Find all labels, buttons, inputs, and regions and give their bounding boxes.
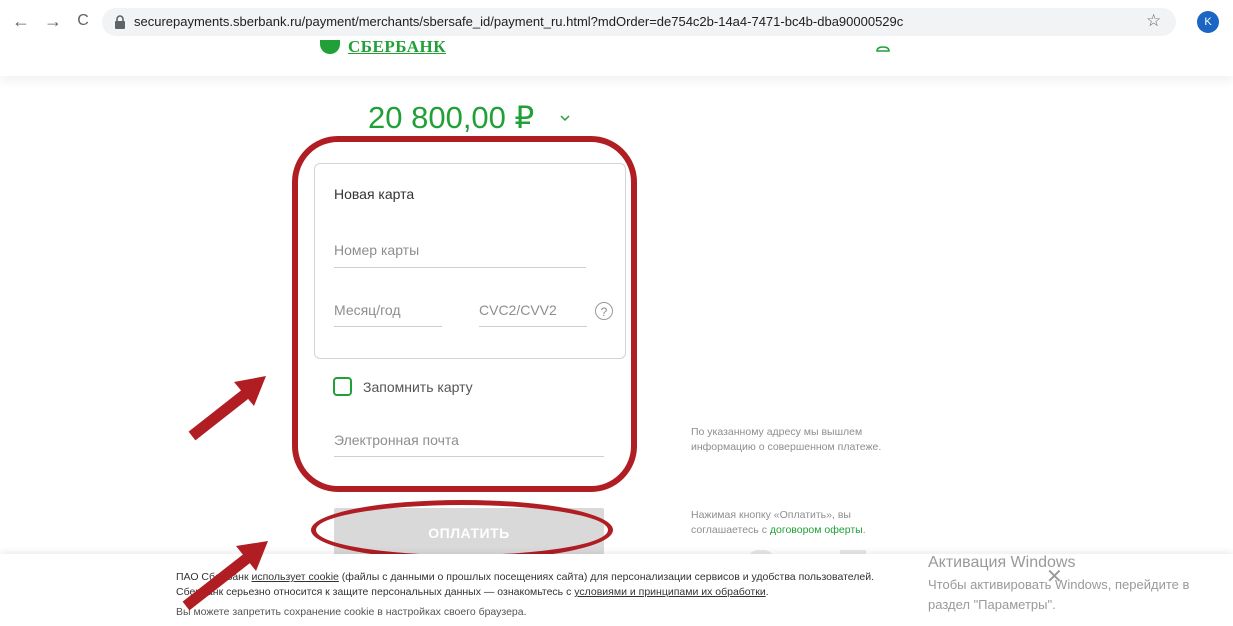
arrow-icon bbox=[188, 376, 266, 441]
annotation-arrows bbox=[182, 376, 268, 611]
arrow-icon bbox=[182, 541, 268, 611]
